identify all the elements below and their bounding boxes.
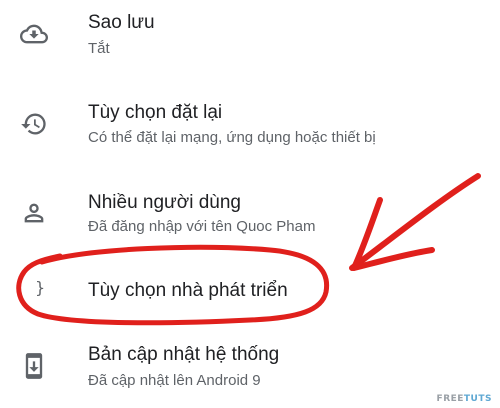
settings-item-title: Nhiều người dùng	[88, 192, 242, 213]
settings-item-backup[interactable]: Sao lưu Tắt	[0, 0, 500, 80]
settings-item-title: Tùy chọn đặt lại	[88, 102, 223, 123]
settings-item-title: Sao lưu	[88, 12, 155, 33]
settings-item-subtitle: Có thể đặt lại mạng, ứng dụng hoặc thiết…	[88, 129, 376, 146]
settings-item-multiple-users[interactable]: Nhiều người dùng Đã đăng nhập với tên Qu…	[0, 180, 500, 250]
person-icon	[20, 199, 48, 227]
watermark-text-2: TUTS	[463, 394, 492, 404]
settings-item-title: Bản cập nhật hệ thống	[88, 344, 280, 365]
settings-item-developer-options[interactable]: } Tùy chọn nhà phát triển	[0, 262, 500, 322]
settings-item-subtitle: Đã đăng nhập với tên Quoc Pham	[88, 218, 316, 235]
watermark-text-1: FREE	[436, 394, 464, 404]
freetuts-watermark: FREETUTS	[437, 394, 492, 404]
cloud-upload-icon	[20, 20, 48, 48]
settings-item-system-update[interactable]: Bản cập nhật hệ thống Đã cập nhật lên An…	[0, 334, 500, 408]
settings-item-reset-options[interactable]: Tùy chọn đặt lại Có thể đặt lại mạng, ứn…	[0, 88, 500, 168]
developer-options-icon: }	[35, 278, 46, 297]
settings-item-title: Tùy chọn nhà phát triển	[88, 280, 288, 301]
settings-item-subtitle: Đã cập nhật lên Android 9	[88, 372, 261, 389]
system-update-icon	[20, 352, 48, 380]
history-icon	[20, 110, 48, 138]
settings-item-subtitle: Tắt	[88, 40, 110, 57]
